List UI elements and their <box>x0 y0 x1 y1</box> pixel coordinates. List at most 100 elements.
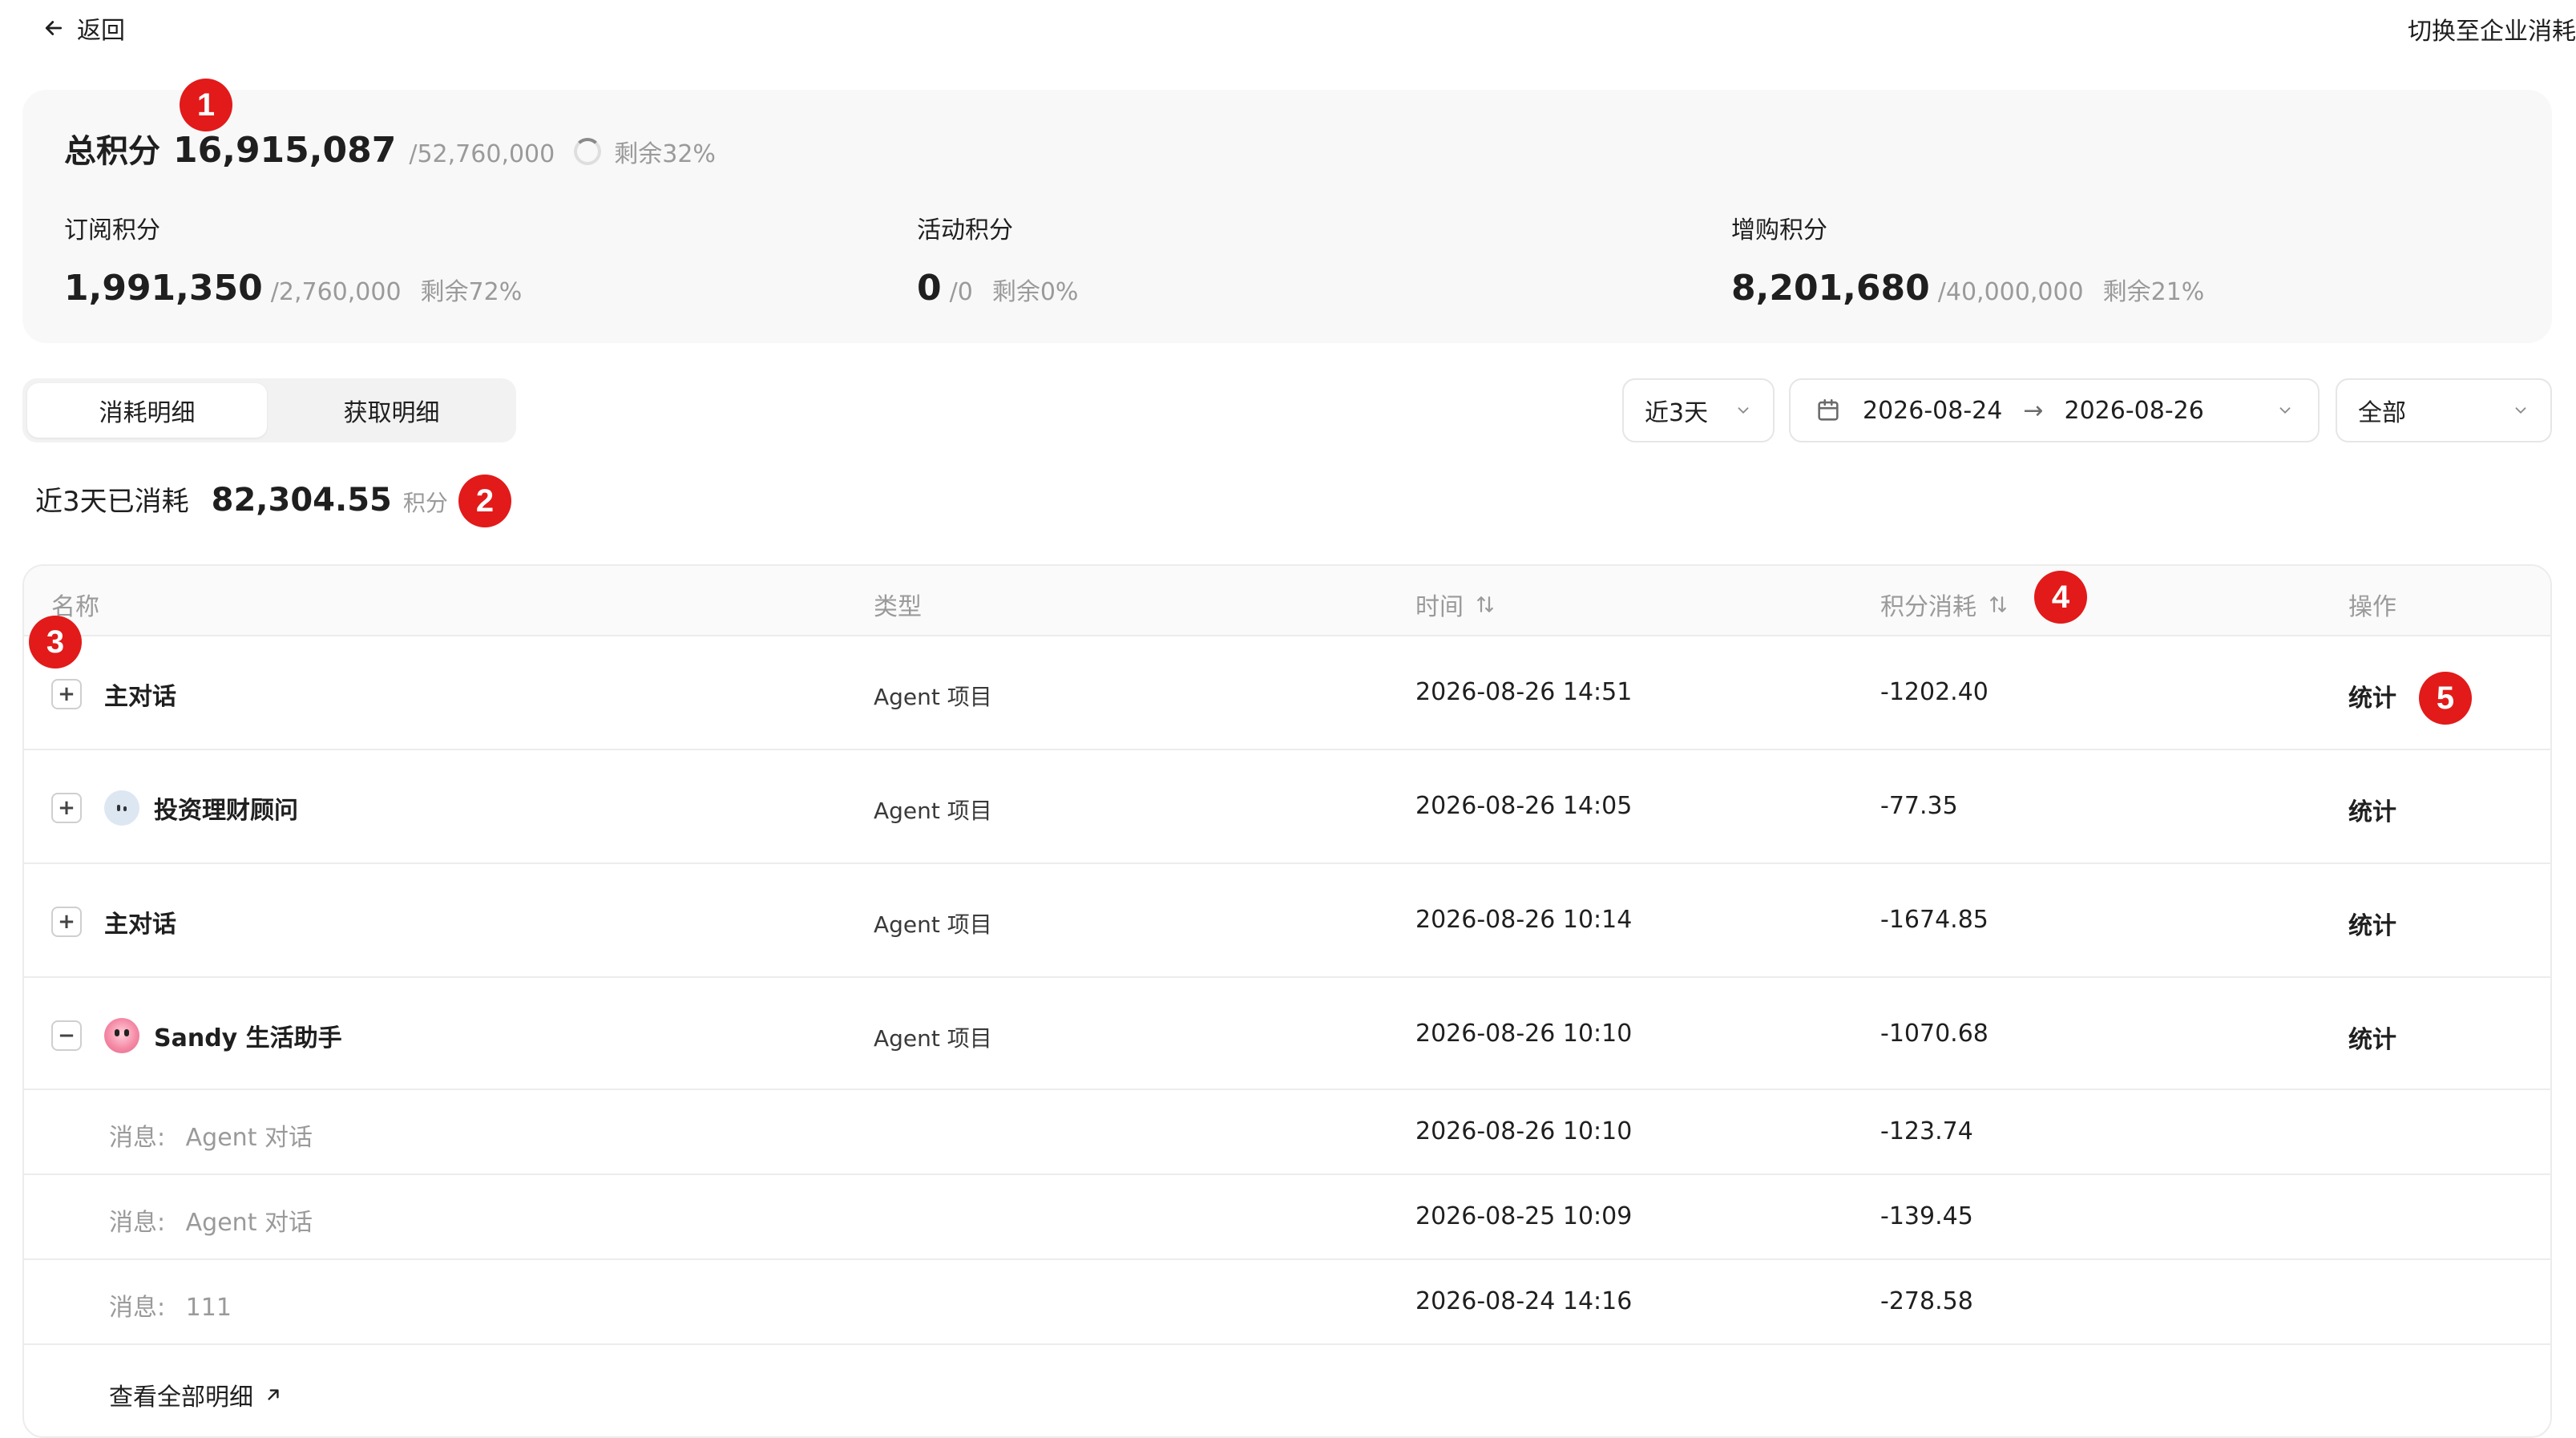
col-type: 类型 <box>874 593 922 621</box>
table-row: − Sandy 生活助手 Agent 项目 2026-08-26 10:10 -… <box>24 978 2550 1090</box>
stats-link[interactable]: 统计 <box>2348 1020 2396 1055</box>
subscription-points: 订阅积分 1,991,350 /2,760,000 剩余72% <box>64 210 522 309</box>
chevron-down-icon <box>1738 407 1749 414</box>
activity-points-label: 活动积分 <box>917 216 1013 244</box>
arrow-left-icon <box>45 21 63 35</box>
row-type: Agent 项目 <box>874 911 992 938</box>
chevron-down-icon <box>2515 407 2526 414</box>
col-time-label: 时间 <box>1415 593 1464 621</box>
annotation-badge-4: 4 <box>2034 571 2087 624</box>
recent-spent-summary: 近3天已消耗 82,304.55 积分 <box>35 479 448 519</box>
date-range-picker[interactable]: 2026-08-24 → 2026-08-26 <box>1789 378 2320 442</box>
col-time[interactable]: 时间 <box>1415 587 1497 622</box>
view-all-details-link[interactable]: 查看全部明细 <box>109 1377 284 1412</box>
annotation-badge-2: 2 <box>458 475 511 527</box>
sub-row-message: 消息: Agent 对话 <box>109 1202 313 1238</box>
switch-to-enterprise-link[interactable]: 切换至企业消耗 <box>2408 11 2576 46</box>
sort-icon[interactable] <box>1986 592 2010 616</box>
sub-row-points: -278.58 <box>1880 1287 1973 1315</box>
category-select[interactable]: 全部 <box>2336 378 2552 442</box>
stats-link[interactable]: 统计 <box>2348 906 2396 941</box>
table-row: + 主对话 Agent 项目 2026-08-26 14:51 -1202.40… <box>24 636 2550 750</box>
spent-label: 近3天已消耗 <box>35 486 189 518</box>
consumption-table: 名称 类型 时间 积分消耗 操作 + 主对话 Agent 项目 2026-08-… <box>22 564 2552 1438</box>
message-value: 111 <box>185 1294 232 1322</box>
total-points: 总积分 16,915,087 /52,760,000 剩余32% <box>64 125 716 172</box>
row-type: Agent 项目 <box>874 798 992 824</box>
expand-button[interactable]: + <box>51 679 82 709</box>
annotation-badge-3: 3 <box>29 616 82 669</box>
activity-points-remaining: 剩余0% <box>991 278 1079 306</box>
row-name: 主对话 <box>104 683 176 711</box>
col-action: 操作 <box>2348 593 2396 621</box>
sub-row-time: 2026-08-26 10:10 <box>1415 1117 1633 1145</box>
points-summary-panel: 总积分 16,915,087 /52,760,000 剩余32% 订阅积分 1,… <box>22 90 2552 343</box>
collapse-button[interactable]: − <box>51 1020 82 1051</box>
row-time: 2026-08-26 14:05 <box>1415 792 1633 820</box>
row-name-cell: + 主对话 <box>51 904 176 939</box>
row-type: Agent 项目 <box>874 684 992 710</box>
sub-row: 消息: 111 2026-08-24 14:16 -278.58 <box>24 1260 2550 1345</box>
row-points: -1674.85 <box>1880 906 1989 934</box>
activity-points-quota: /0 <box>949 278 973 306</box>
spent-unit: 积分 <box>402 490 448 516</box>
sub-row: 消息: Agent 对话 2026-08-26 10:10 -123.74 <box>24 1090 2550 1175</box>
table-row: + 主对话 Agent 项目 2026-08-26 10:14 -1674.85… <box>24 864 2550 978</box>
row-name: Sandy 生活助手 <box>154 1024 342 1052</box>
total-points-value: 16,915,087 <box>173 130 397 171</box>
date-arrow: → <box>2023 396 2044 425</box>
activity-points-value: 0 <box>917 268 942 309</box>
tab-acquisition-detail[interactable]: 获取明细 <box>272 383 511 438</box>
row-name: 主对话 <box>104 911 176 939</box>
message-label: 消息: <box>109 1124 166 1152</box>
tab-consumption-detail[interactable]: 消耗明细 <box>27 383 267 438</box>
row-name-cell: + 投资理财顾问 <box>51 790 298 826</box>
sub-row-time: 2026-08-24 14:16 <box>1415 1287 1633 1315</box>
message-value: Agent 对话 <box>185 1124 313 1152</box>
activity-points: 活动积分 0 /0 剩余0% <box>917 210 1078 309</box>
range-select-value: 近3天 <box>1645 399 1709 427</box>
purchase-points: 增购积分 8,201,680 /40,000,000 剩余21% <box>1731 210 2204 309</box>
sub-row-time: 2026-08-25 10:09 <box>1415 1202 1633 1230</box>
chevron-down-icon <box>2279 407 2291 414</box>
message-value: Agent 对话 <box>185 1209 313 1237</box>
total-points-remaining: 剩余32% <box>614 140 716 168</box>
view-all-label: 查看全部明细 <box>109 1383 253 1412</box>
annotation-badge-1: 1 <box>180 79 232 131</box>
subscription-points-quota: /2,760,000 <box>270 278 402 306</box>
stats-link[interactable]: 统计 <box>2348 678 2396 713</box>
sub-row-points: -123.74 <box>1880 1117 1973 1145</box>
subscription-points-value: 1,991,350 <box>64 268 263 309</box>
row-time: 2026-08-26 14:51 <box>1415 678 1633 706</box>
expand-button[interactable]: + <box>51 907 82 937</box>
sub-row-message: 消息: Agent 对话 <box>109 1117 313 1153</box>
arrow-up-right-icon <box>268 1389 279 1400</box>
purchase-points-remaining: 剩余21% <box>2102 278 2205 306</box>
back-button[interactable]: 返回 <box>42 11 125 45</box>
spent-value: 82,304.55 <box>211 482 392 519</box>
stats-link[interactable]: 统计 <box>2348 792 2396 827</box>
date-end[interactable]: 2026-08-26 <box>2065 397 2204 425</box>
purchase-points-label: 增购积分 <box>1731 216 1827 244</box>
subscription-points-label: 订阅积分 <box>64 216 160 244</box>
col-points[interactable]: 积分消耗 <box>1880 587 2010 622</box>
expand-button[interactable]: + <box>51 793 82 823</box>
sub-row-message: 消息: 111 <box>109 1287 232 1323</box>
row-points: -1202.40 <box>1880 678 1989 706</box>
sub-row: 消息: Agent 对话 2026-08-25 10:09 -139.45 <box>24 1175 2550 1260</box>
detail-tabs: 消耗明细 获取明细 <box>22 378 516 442</box>
table-header: 名称 类型 时间 积分消耗 操作 <box>24 566 2550 636</box>
row-name-cell: + 主对话 <box>51 677 176 712</box>
row-time: 2026-08-26 10:10 <box>1415 1020 1633 1048</box>
agent-avatar <box>104 1018 139 1053</box>
row-type: Agent 项目 <box>874 1025 992 1052</box>
range-select[interactable]: 近3天 <box>1622 378 1775 442</box>
calendar-icon <box>1818 398 1839 421</box>
row-name: 投资理财顾问 <box>154 797 298 825</box>
message-label: 消息: <box>109 1294 166 1322</box>
sort-icon[interactable] <box>1473 592 1497 616</box>
date-start[interactable]: 2026-08-24 <box>1863 397 2002 425</box>
progress-ring-icon <box>574 138 602 165</box>
col-points-label: 积分消耗 <box>1880 593 1976 621</box>
category-select-value: 全部 <box>2358 399 2406 427</box>
